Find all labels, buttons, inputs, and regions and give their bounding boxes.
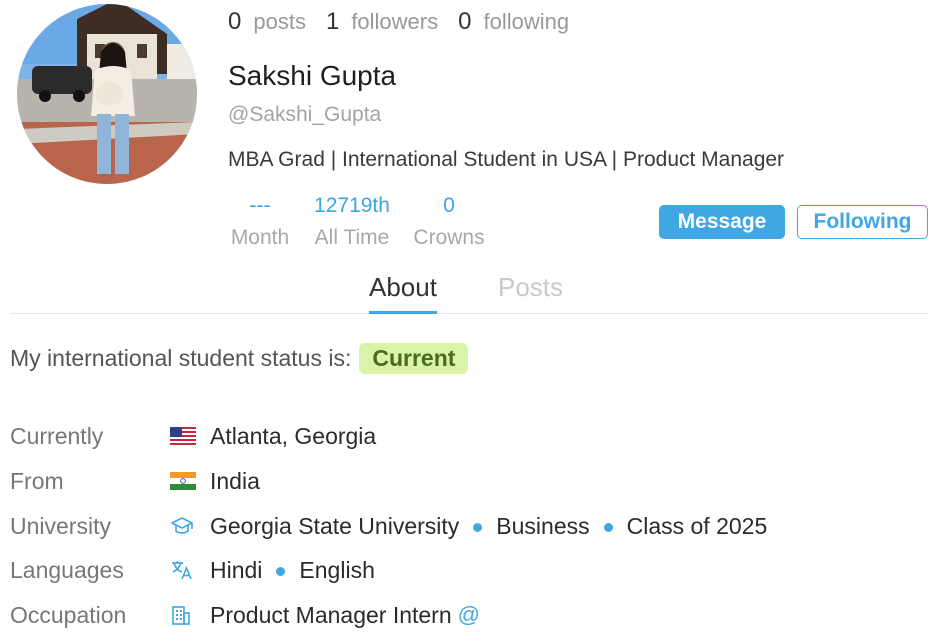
- language-item: English: [299, 556, 375, 583]
- followers-count-value: 1: [325, 8, 340, 35]
- following-count-value: 0: [458, 8, 472, 35]
- profile-stats: 0 posts 1 followers 0 following: [228, 8, 589, 36]
- rank-month-label: Month: [230, 226, 290, 249]
- separator-dot: [473, 522, 483, 532]
- rank-all-time-label: All Time: [314, 226, 390, 249]
- info-row-languages: Languages Hindi English: [10, 553, 375, 587]
- student-status: My international student status is: Curr…: [10, 343, 469, 374]
- profile-tabs: About Posts: [10, 270, 928, 314]
- currently-value: Atlanta, Georgia: [210, 422, 377, 449]
- posts-count-label: posts: [253, 9, 306, 34]
- info-row-university: University Georgia State University Busin…: [10, 509, 767, 543]
- student-status-text: My international student status is:: [10, 345, 352, 371]
- india-flag-icon: [170, 472, 210, 490]
- rank-crowns: 0 Crowns: [411, 194, 487, 250]
- following-button[interactable]: Following: [797, 205, 928, 239]
- from-value: India: [210, 467, 260, 494]
- graduation-cap-icon: [170, 515, 210, 537]
- us-flag-icon: [170, 427, 210, 445]
- following-count-label: following: [483, 9, 570, 34]
- info-row-occupation: Occupation Product Manager Intern @: [10, 598, 480, 632]
- profile-name: Sakshi Gupta: [228, 60, 397, 91]
- info-row-from: From India: [10, 464, 260, 498]
- separator-dot: [603, 522, 613, 532]
- university-label: University: [10, 512, 111, 539]
- rank-crowns-value: 0: [443, 194, 455, 217]
- rank-month: --- Month: [228, 194, 292, 250]
- from-label: From: [10, 467, 64, 494]
- info-row-currently: Currently Atlanta, Georgia: [10, 419, 376, 453]
- following-count[interactable]: 0 following: [458, 8, 569, 36]
- profile-handle: @Sakshi_Gupta: [228, 103, 382, 126]
- rank-month-value: ---: [249, 194, 271, 217]
- university-name[interactable]: Georgia State University: [210, 513, 459, 539]
- occupation-value: Product Manager Intern: [210, 601, 452, 628]
- university-field: Business: [496, 512, 590, 539]
- followers-count[interactable]: 1 followers: [326, 8, 438, 36]
- currently-label: Currently: [10, 422, 104, 449]
- occupation-label: Occupation: [10, 601, 127, 628]
- tab-about[interactable]: About: [369, 272, 437, 314]
- profile-bio: MBA Grad | International Student in USA …: [228, 148, 785, 171]
- university-details: Georgia State University Business Class of…: [210, 513, 767, 540]
- message-button[interactable]: Message: [659, 205, 785, 239]
- posts-count[interactable]: 0 posts: [228, 8, 306, 36]
- rank-crowns-label: Crowns: [413, 226, 485, 249]
- rank-all-time-value: 12719th: [314, 194, 390, 217]
- university-class: Class of 2025: [626, 512, 768, 539]
- status-badge: Current: [359, 343, 469, 374]
- at-icon[interactable]: @: [458, 602, 480, 628]
- posts-count-value: 0: [228, 8, 242, 35]
- building-icon: [170, 604, 210, 626]
- followers-count-label: followers: [351, 9, 439, 34]
- languages-list: Hindi English: [210, 557, 375, 584]
- rank-all-time: 12719th All Time: [312, 194, 392, 250]
- translate-icon: [170, 558, 210, 582]
- languages-label: Languages: [10, 556, 124, 583]
- language-item: Hindi: [210, 556, 263, 583]
- separator-dot: [276, 566, 286, 576]
- tab-posts[interactable]: Posts: [498, 272, 563, 303]
- avatar[interactable]: [17, 4, 197, 184]
- avatar-photo: [17, 4, 197, 184]
